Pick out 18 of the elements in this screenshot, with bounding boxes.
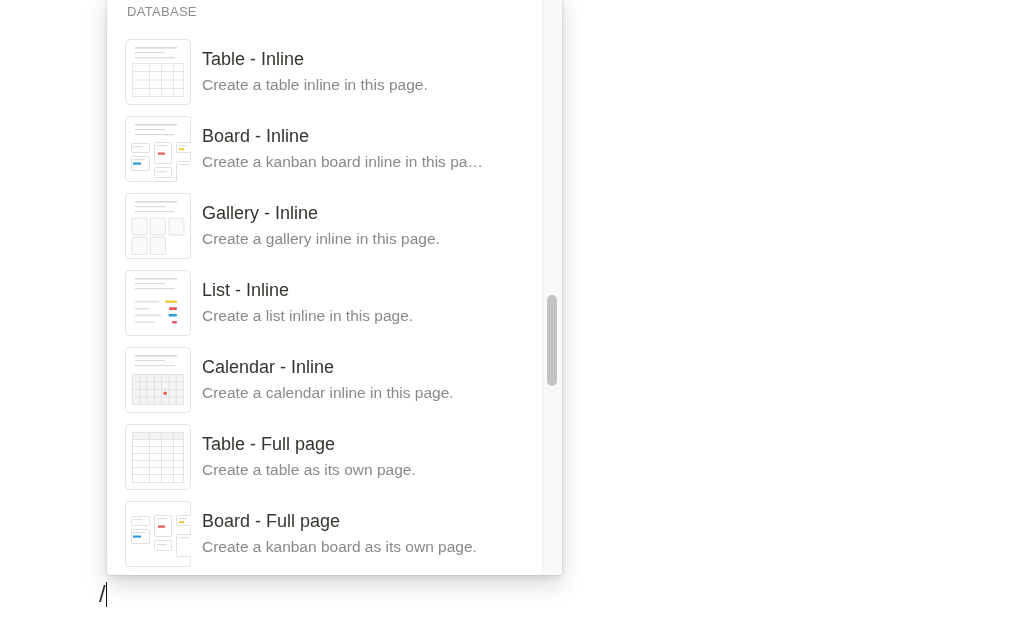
scrollbar-thumb[interactable] bbox=[547, 295, 557, 386]
menu-item[interactable]: Board - Inline Create a kanban board inline in this pa… bbox=[107, 110, 542, 187]
menu-item[interactable]: Calendar - Inline Create a calendar inline in this page. bbox=[107, 341, 542, 418]
menu-item[interactable]: Table - Inline Create a table inline in this page. bbox=[107, 33, 542, 110]
menu-item[interactable]: List - Inline Create a list inline in this page. bbox=[107, 264, 542, 341]
text-caret bbox=[105, 581, 108, 607]
section-heading: DATABASE bbox=[126, 3, 198, 21]
gallery-preview-icon bbox=[125, 192, 191, 259]
table-preview-icon bbox=[125, 423, 191, 490]
board-preview-icon bbox=[125, 500, 191, 567]
menu-item[interactable]: Table - Full page Create a table as its own page. bbox=[107, 418, 542, 495]
typed-text: / bbox=[99, 580, 106, 608]
menu-item[interactable]: Board - Full page Create a kanban board as its own page. bbox=[107, 495, 542, 572]
list-preview-icon bbox=[125, 269, 191, 336]
menu-item[interactable]: Gallery - Inline Create a gallery inline in this page. bbox=[107, 187, 542, 264]
calendar-preview-icon bbox=[125, 346, 191, 413]
board-preview-icon bbox=[125, 115, 191, 182]
table-preview-icon bbox=[125, 38, 191, 105]
